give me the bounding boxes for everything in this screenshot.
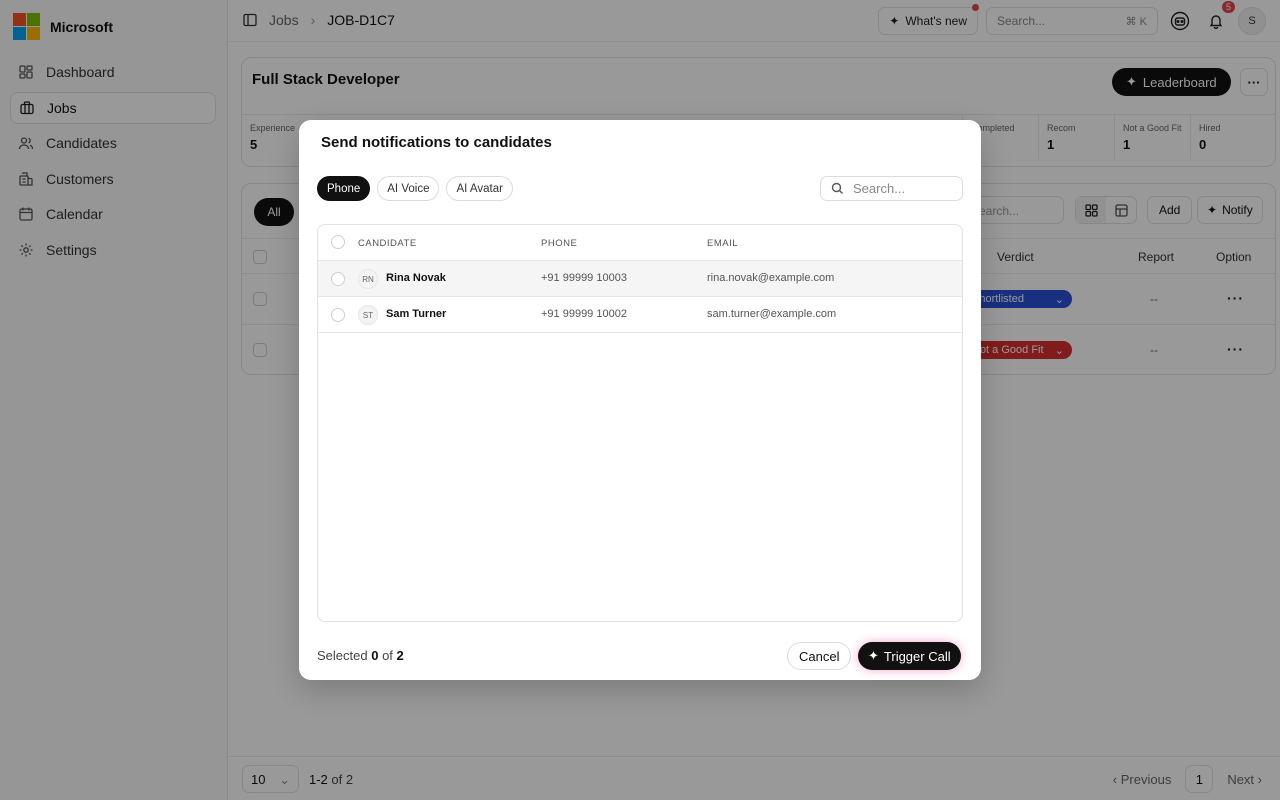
tab-ai-avatar[interactable]: AI Avatar [446,176,513,201]
search-icon [831,182,843,194]
candidate-row[interactable]: ST Sam Turner +91 99999 10002 sam.turner… [318,297,962,333]
candidate-phone: +91 99999 10003 [541,272,627,284]
select-all-checkbox[interactable] [331,235,345,249]
selection-summary: Selected 0 of 2 [317,648,404,663]
candidate-row[interactable]: RN Rina Novak +91 99999 10003 rina.novak… [318,261,962,297]
col-phone: PHONE [541,238,578,249]
row-checkbox[interactable] [331,308,345,322]
candidate-email: rina.novak@example.com [707,272,835,284]
col-email: EMAIL [707,238,739,249]
row-checkbox[interactable] [331,272,345,286]
channel-tabs: Phone AI Voice AI Avatar [317,176,513,201]
candidates-select-table: CANDIDATE PHONE EMAIL RN Rina Novak +91 … [317,224,963,622]
candidate-name: Sam Turner [386,308,447,320]
modal-title: Send notifications to candidates [321,134,552,151]
candidate-name: Rina Novak [386,272,446,284]
selected-count: 0 [371,648,379,663]
trigger-call-label: Trigger Call [883,648,951,664]
cancel-button[interactable]: Cancel [787,642,852,670]
avatar: ST [358,305,378,325]
candidate-email: sam.turner@example.com [707,308,837,320]
send-notifications-modal: Send notifications to candidates Phone A… [299,120,981,680]
modal-table-header: CANDIDATE PHONE EMAIL [318,225,962,261]
tab-ai-voice[interactable]: AI Voice [377,176,440,201]
selected-prefix: Selected [317,648,368,663]
trigger-call-button[interactable]: ✦ Trigger Call [858,642,961,670]
selected-of: of [382,648,393,663]
avatar: RN [358,269,378,289]
modal-search [820,176,963,201]
modal-search-input[interactable] [853,181,953,196]
tab-phone[interactable]: Phone [317,176,371,201]
sparkle-icon: ✦ [868,648,879,663]
candidate-phone: +91 99999 10002 [541,308,627,320]
selected-total: 2 [396,648,404,663]
col-candidate: CANDIDATE [358,238,417,249]
